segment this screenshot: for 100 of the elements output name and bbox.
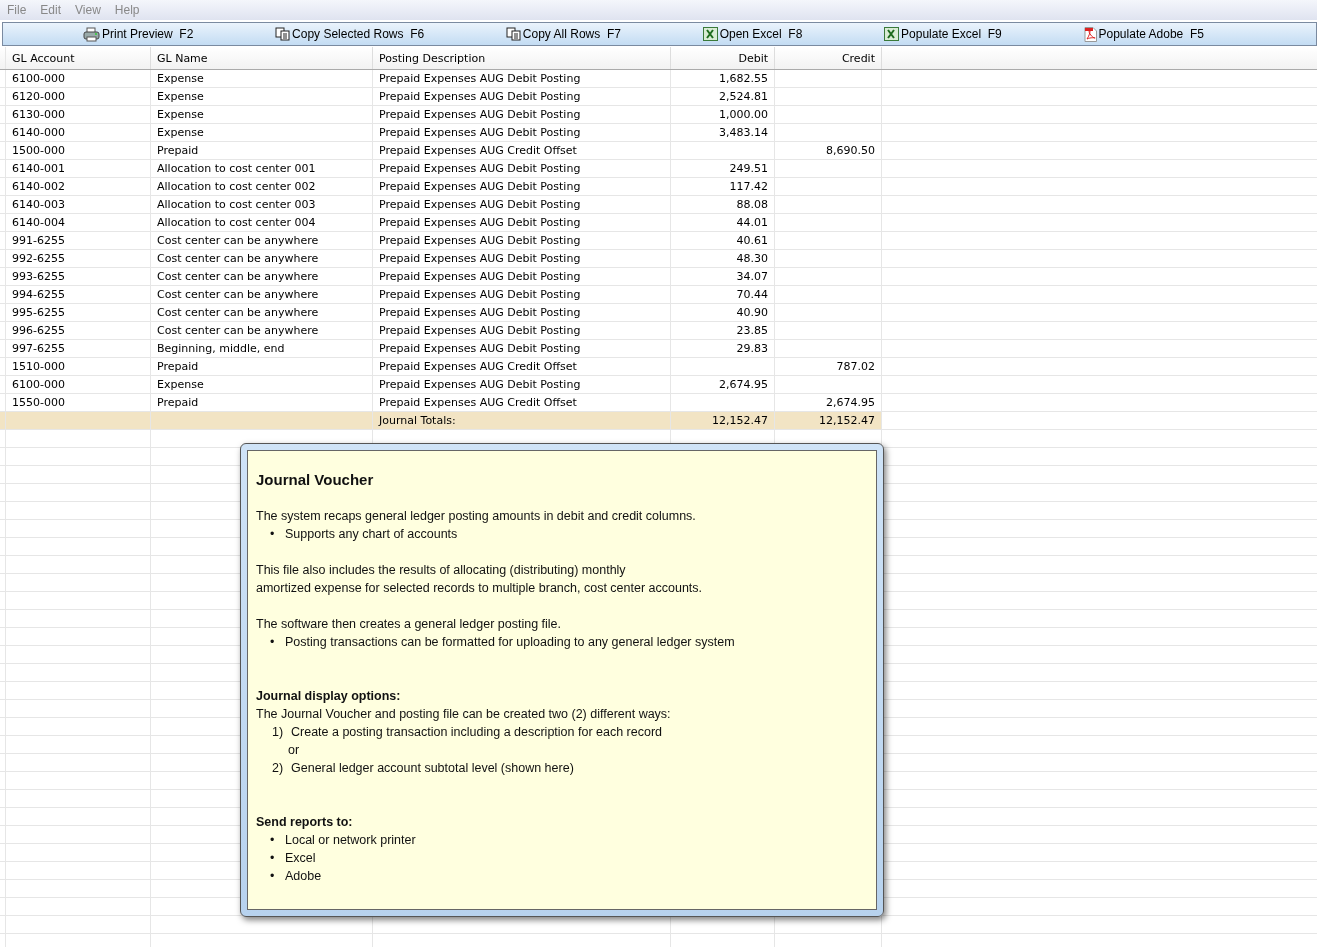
table-cell: Allocation to cost center 001 [157,162,316,175]
table-cell: 117.42 [729,180,768,193]
bullet-mark: • [270,832,276,849]
section-heading: Journal display options: [256,688,401,705]
paragraph-line: The Journal Voucher and posting file can be created two (2) different ways: [256,706,671,723]
table-cell: Cost center can be anywhere [157,234,319,247]
paragraph-line: The software then creates a general ledger posting file. [256,616,562,633]
table-cell: Allocation to cost center 003 [157,198,316,211]
table-cell: 40.90 [736,306,768,319]
table-cell: 6140-002 [12,180,65,193]
table-cell: Prepaid Expenses AUG Credit Offset [379,360,577,373]
table-cell: 8,690.50 [826,144,875,157]
toolbar-button[interactable]: Print Preview F2 [81,26,196,42]
debit-total: 12,152.47 [671,412,775,429]
table-cell: Prepaid Expenses AUG Debit Posting [379,216,581,229]
table-cell: Prepaid Expenses AUG Debit Posting [379,252,581,265]
list-item-text: Posting transactions can be formatted for uploading to any general ledger system [285,634,735,651]
toolbar-button[interactable]: Open Excel F8 [700,27,805,41]
table-cell: Prepaid [157,396,199,409]
table-cell: 993-6255 [12,270,65,283]
totals-label: Journal Totals: [373,412,671,429]
list-item-text: Supports any chart of accounts [285,526,458,543]
table-cell: Prepaid Expenses AUG Debit Posting [379,198,581,211]
column-header[interactable]: GL Account [6,47,151,69]
table-cell: 6100-000 [12,378,65,391]
table-cell: 992-6255 [12,252,65,265]
table-cell: Expense [157,108,204,121]
table-cell: 6140-004 [12,216,65,229]
table-cell: 1550-000 [12,396,65,409]
paragraph-line: amortized expense for selected records to multiple branch, cost center accounts. [256,580,703,597]
table-cell: 23.85 [736,324,768,337]
table-cell: 995-6255 [12,306,65,319]
table-cell: 6140-000 [12,126,65,139]
paragraph-line: or [288,742,300,759]
table-cell: Prepaid [157,360,199,373]
table-cell: 70.44 [736,288,768,301]
column-header[interactable]: GL Name [151,47,373,69]
table-cell: Prepaid Expenses AUG Debit Posting [379,324,581,337]
table-cell: Prepaid [157,144,199,157]
table-cell: Allocation to cost center 002 [157,180,316,193]
column-header[interactable]: Posting Description [373,47,671,69]
table-cell: 6140-003 [12,198,65,211]
table-cell: 44.01 [736,216,768,229]
table-cell: Prepaid Expenses AUG Debit Posting [379,180,581,193]
credit-total: 12,152.47 [775,412,882,429]
table-cell: 40.61 [736,234,768,247]
table-cell: 6140-001 [12,162,65,175]
list-item-text: General ledger account subtotal level (shown here) [291,760,574,777]
column-header[interactable]: Credit [775,47,882,69]
list-item-text: Excel [285,850,316,867]
table-cell: 994-6255 [12,288,65,301]
copy-icon [505,27,521,41]
table-cell: Expense [157,72,204,85]
table-cell: Prepaid Expenses AUG Credit Offset [379,144,577,157]
table-cell: Prepaid Expenses AUG Debit Posting [379,306,581,319]
table-cell: Prepaid Expenses AUG Debit Posting [379,162,581,175]
list-item-text: Adobe [285,868,322,885]
table-cell: 1510-000 [12,360,65,373]
table-cell: Prepaid Expenses AUG Debit Posting [379,72,581,85]
table-cell: 997-6255 [12,342,65,355]
table-cell: 2,674.95 [826,396,875,409]
table-cell: 1,000.00 [719,108,768,121]
table-cell: Expense [157,90,204,103]
table-cell: 6100-000 [12,72,65,85]
toolbar-button[interactable]: Copy Selected Rows F6 [273,27,427,41]
list-item-text: Create a posting transaction including a description for each record [291,724,663,741]
table-cell: Prepaid Expenses AUG Debit Posting [379,270,581,283]
column-header[interactable]: Debit [671,47,775,69]
toolbar-button[interactable]: Populate Excel F9 [882,27,1004,41]
table-cell: Expense [157,378,204,391]
table-cell: 2,674.95 [719,378,768,391]
table-cell: 34.07 [736,270,768,283]
table-cell: 2,524.81 [719,90,768,103]
bullet-mark: • [270,526,276,543]
table-cell: 29.83 [736,342,768,355]
toolbar-button[interactable]: Copy All Rows F7 [503,27,623,41]
popup-title: Journal Voucher [256,471,375,489]
table-cell: Prepaid Expenses AUG Debit Posting [379,342,581,355]
pdf-document-icon [1083,26,1097,42]
table-cell: Allocation to cost center 004 [157,216,316,229]
table-cell: Cost center can be anywhere [157,252,319,265]
copy-icon [275,27,291,41]
toolbar-button[interactable]: Populate Adobe F5 [1081,26,1206,42]
bullet-mark: • [270,868,276,885]
bullet-mark: • [270,850,276,867]
table-cell: 249.51 [729,162,768,175]
spreadsheet-icon [884,27,900,41]
table-cell: Prepaid Expenses AUG Debit Posting [379,108,581,121]
table-cell: Prepaid Expenses AUG Credit Offset [379,396,577,409]
table-cell: Cost center can be anywhere [157,306,319,319]
table-cell: 1,682.55 [719,72,768,85]
table-cell: Expense [157,126,204,139]
table-cell: 996-6255 [12,324,65,337]
bullet-mark: • [270,634,276,651]
table-cell: 991-6255 [12,234,65,247]
table-cell: 48.30 [736,252,768,265]
table-cell: 6120-000 [12,90,65,103]
table-cell: 787.02 [836,360,875,373]
list-item-text: Local or network printer [285,832,416,849]
table-cell: 88.08 [736,198,768,211]
